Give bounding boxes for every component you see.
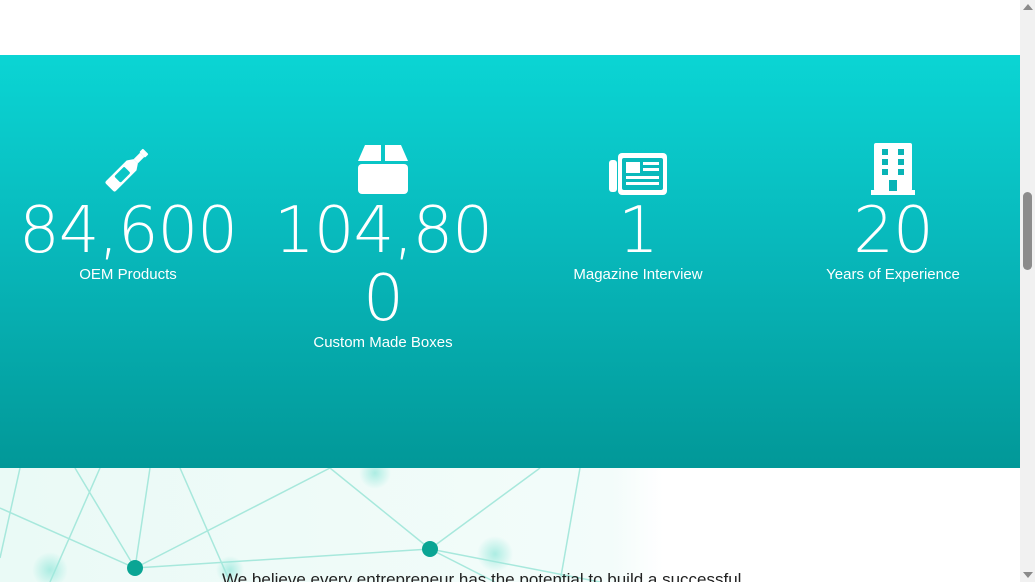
network-background: We believe every entrepreneur has the po… — [0, 468, 1020, 582]
stat-magazine-interview: 1 Magazine Interview — [513, 143, 763, 285]
bottle-icon — [3, 143, 253, 195]
box-icon — [258, 143, 508, 195]
stat-label: OEM Products — [79, 266, 177, 283]
network-graphic — [0, 468, 1020, 582]
scroll-down-arrow-icon[interactable] — [1023, 572, 1033, 578]
stat-number: 20 — [853, 194, 933, 268]
building-icon — [768, 143, 1018, 195]
newspaper-icon — [513, 143, 763, 195]
top-spacer — [0, 0, 1020, 55]
stat-label: Magazine Interview — [573, 266, 703, 283]
vertical-scrollbar[interactable] — [1020, 0, 1035, 582]
stat-custom-boxes: 104,800 Custom Made Boxes — [258, 143, 508, 353]
stat-oem-products: 84,600 OEM Products — [3, 143, 253, 285]
stat-number: 104,800 — [274, 194, 493, 336]
stat-number: 1 — [618, 194, 659, 268]
stat-number: 84,600 — [19, 194, 238, 268]
stat-label: Custom Made Boxes — [313, 334, 453, 351]
scroll-thumb[interactable] — [1023, 192, 1032, 270]
scroll-up-arrow-icon[interactable] — [1023, 4, 1033, 10]
stats-section: 84,600 OEM Products 104,800 Custom Made … — [0, 55, 1020, 468]
stat-years-experience: 20 Years of Experience — [768, 143, 1018, 285]
intro-text: We believe every entrepreneur has the po… — [222, 570, 742, 582]
stat-label: Years of Experience — [826, 266, 960, 283]
